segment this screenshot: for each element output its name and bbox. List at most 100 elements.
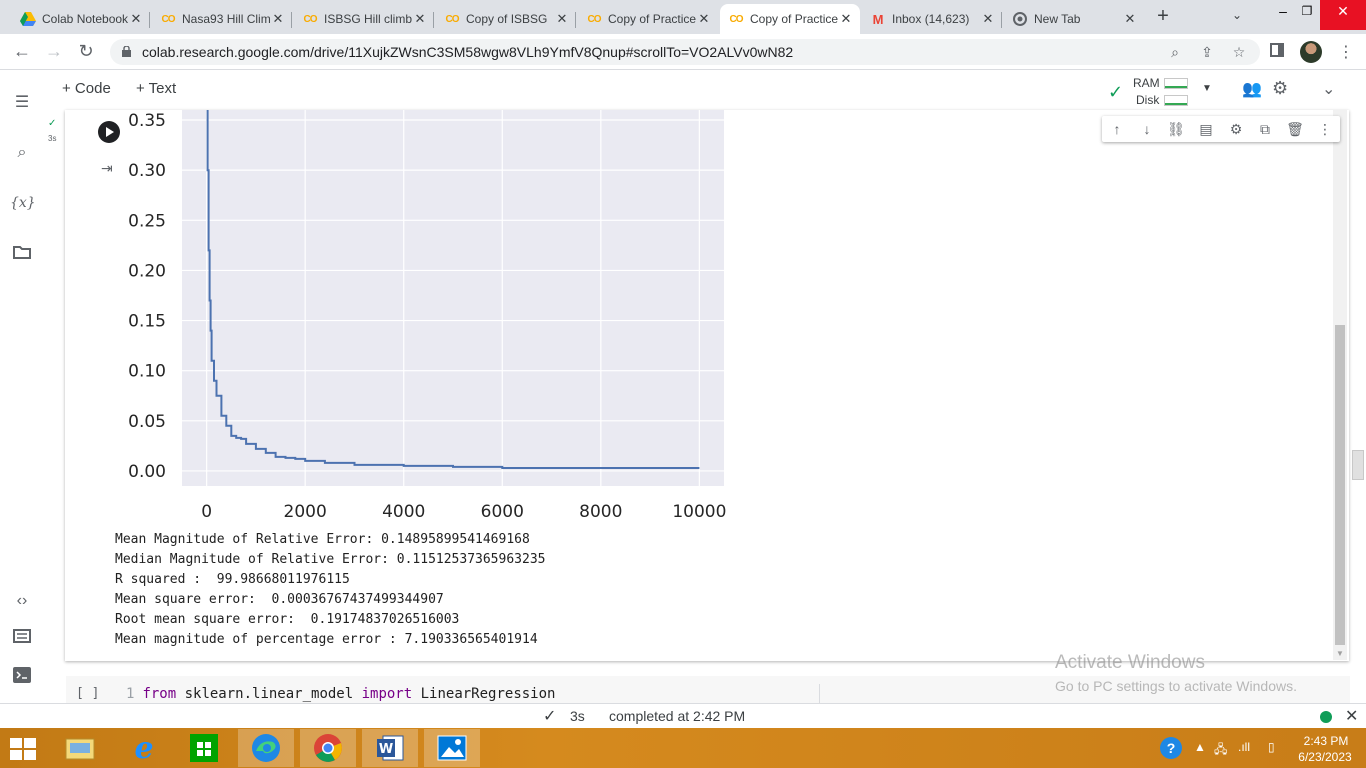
watermark-title: Activate Windows (1055, 652, 1205, 673)
y-tick-label: 0.25 (128, 211, 166, 231)
windows-start-icon[interactable] (10, 738, 36, 760)
close-icon[interactable]: ✕ (412, 11, 428, 27)
code-snippets-icon[interactable]: ‹› (10, 589, 34, 613)
y-tick-label: 0.00 (128, 462, 166, 482)
gear-icon[interactable]: ⚙ (1272, 78, 1288, 99)
scroll-down-icon[interactable]: ▼ (1336, 649, 1344, 658)
file-explorer-icon[interactable] (52, 729, 108, 767)
side-panel-icon[interactable] (1270, 43, 1284, 57)
cell-scrollbar[interactable]: ▼ (1333, 110, 1347, 660)
windows-taskbar: e W ? ▲ 🖧 .ıll ▯ 2:43 PM 6/23/2023 (0, 728, 1366, 768)
tab-new-tab[interactable]: New Tab ✕ (1004, 4, 1144, 34)
tab-colab-notebooks[interactable]: Colab Notebooks ✕ (12, 4, 150, 34)
store-icon[interactable] (176, 729, 232, 767)
cell-execution-time: 3s (48, 134, 57, 143)
move-down-icon[interactable]: ↓ (1137, 120, 1157, 138)
help-icon[interactable]: ? (1160, 737, 1182, 759)
photos-icon[interactable] (424, 729, 480, 767)
url-text: colab.research.google.com/drive/11XujkZW… (142, 44, 794, 60)
internet-explorer-icon[interactable]: e (116, 729, 172, 767)
close-icon[interactable]: ✕ (980, 11, 996, 27)
mirror-cell-icon[interactable]: ⧉ (1255, 120, 1275, 138)
y-tick-label: 0.20 (128, 261, 166, 281)
tab-gmail-inbox[interactable]: M Inbox (14,623) ✕ (862, 4, 1002, 34)
variables-icon[interactable]: {x} (10, 191, 36, 215)
tab-copy-practice-active[interactable]: CO Copy of Practice ✕ (720, 4, 860, 34)
left-sidebar: ☰ ⌕ {x} ‹› (0, 71, 44, 703)
status-duration: 3s (570, 708, 585, 724)
runtime-dropdown-icon[interactable]: ▼ (1202, 83, 1212, 94)
tab-search-chevron-icon[interactable]: ⌄ (1232, 8, 1242, 22)
tab-copy-practice-1[interactable]: CO Copy of Practice ✕ (578, 4, 718, 34)
add-text-button[interactable]: + Text (136, 80, 176, 97)
watermark-subtitle: Go to PC settings to activate Windows. (1055, 678, 1297, 694)
code-line[interactable]: 1 from sklearn.linear_model import Linear… (126, 686, 555, 702)
status-message[interactable]: completed at 2:42 PM (609, 708, 745, 724)
folder-icon[interactable] (10, 243, 34, 267)
cell-settings-icon[interactable]: ⚙ (1226, 120, 1246, 138)
colab-icon: CO (161, 13, 176, 25)
clock-time[interactable]: 2:43 PM (1296, 734, 1356, 748)
ram-label: RAM (1133, 76, 1160, 90)
table-of-contents-icon[interactable]: ☰ (10, 91, 34, 115)
share-people-icon[interactable]: 👥 (1242, 79, 1262, 99)
tab-isbsg-hill[interactable]: CO ISBSG Hill climbing ✕ (294, 4, 434, 34)
back-arrow-icon[interactable]: ← (10, 40, 34, 64)
tab-title: Copy of Practice (608, 12, 696, 26)
scroll-thumb[interactable] (1335, 325, 1345, 645)
close-icon[interactable]: ✕ (128, 11, 144, 27)
command-palette-icon[interactable] (10, 627, 34, 651)
battery-icon[interactable]: ▯ (1268, 740, 1275, 754)
close-icon[interactable]: ✕ (270, 11, 286, 27)
comment-icon[interactable]: ▤ (1196, 120, 1216, 138)
forward-arrow-icon[interactable]: → (42, 40, 66, 64)
delete-icon[interactable]: 🗑 (1285, 120, 1305, 138)
browser-toolbar: ← → ↻ colab.research.google.com/drive/11… (0, 34, 1366, 70)
line-number: 1 (126, 686, 135, 702)
share-page-icon[interactable]: ⇪ (1198, 43, 1216, 61)
close-icon[interactable]: ✕ (838, 11, 854, 27)
new-tab-button[interactable]: + (1150, 6, 1176, 28)
address-bar[interactable]: colab.research.google.com/drive/11XujkZW… (110, 39, 1260, 65)
signal-icon[interactable]: .ıll (1238, 740, 1250, 754)
bookmark-star-icon[interactable]: ☆ (1230, 43, 1248, 61)
metrics-output: Mean Magnitude of Relative Error: 0.1489… (115, 532, 545, 652)
tab-title: Inbox (14,623) (892, 12, 970, 26)
zoom-icon[interactable]: ⌕ (1166, 43, 1184, 61)
restore-icon[interactable]: ❐ (1292, 0, 1322, 30)
colab-icon: CO (303, 13, 318, 25)
close-icon[interactable]: ✕ (696, 11, 712, 27)
tab-title: Copy of ISBSG (466, 12, 548, 26)
colab-icon: CO (445, 13, 460, 25)
profile-avatar[interactable] (1300, 41, 1322, 63)
close-icon[interactable]: ✕ (1122, 11, 1138, 27)
search-icon[interactable]: ⌕ (10, 141, 34, 165)
tab-nasa93[interactable]: CO Nasa93 Hill Climbing ✕ (152, 4, 292, 34)
chrome-menu-icon[interactable]: ⋮ (1338, 42, 1354, 62)
chevron-down-icon[interactable]: ⌄ (1322, 79, 1335, 99)
disk-bar (1164, 95, 1188, 106)
more-options-icon[interactable]: ⋮ (1315, 120, 1335, 138)
tab-copy-isbsg[interactable]: CO Copy of ISBSG ✕ (436, 4, 576, 34)
chrome-taskbar-icon[interactable] (300, 729, 356, 767)
close-icon[interactable]: ✕ (554, 11, 570, 27)
clock-date[interactable]: 6/23/2023 (1292, 750, 1358, 764)
word-icon[interactable]: W (362, 729, 418, 767)
y-tick-label: 0.15 (128, 312, 166, 332)
move-up-icon[interactable]: ↑ (1107, 120, 1127, 138)
link-icon[interactable]: ⛓ (1166, 120, 1186, 138)
reload-icon[interactable]: ↻ (74, 40, 98, 64)
cell-run-bracket[interactable]: [ ] (76, 686, 99, 701)
plot-background (182, 110, 724, 486)
window-close-icon[interactable]: ✕ (1320, 0, 1366, 30)
close-status-icon[interactable]: ✕ (1345, 706, 1358, 726)
edge-icon[interactable] (238, 729, 294, 767)
show-hidden-icons-icon[interactable]: ▲ (1194, 740, 1206, 754)
drive-icon (20, 11, 36, 27)
terminal-icon[interactable] (10, 667, 34, 691)
add-code-button[interactable]: + Code (62, 80, 111, 97)
module-name: sklearn.linear_model (176, 686, 362, 702)
network-icon[interactable]: 🖧 (1214, 740, 1227, 761)
page-scroll-handle[interactable] (1352, 450, 1364, 480)
keyword-from: from (142, 686, 177, 702)
